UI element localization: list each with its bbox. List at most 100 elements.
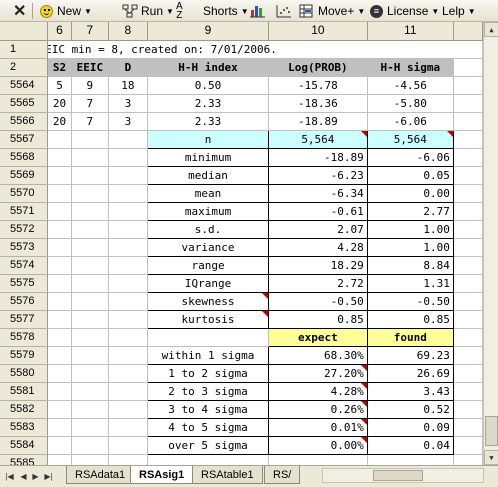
prev-sheet-icon[interactable]: ◀	[18, 469, 29, 483]
cell[interactable]	[453, 382, 483, 401]
sigma-expect[interactable]: 68.30%	[268, 345, 368, 365]
cell[interactable]: 9	[71, 76, 109, 95]
sigma-expect[interactable]: 0.01%	[268, 417, 368, 437]
cell[interactable]	[453, 454, 483, 465]
cell[interactable]	[108, 436, 148, 455]
cell[interactable]: 20	[47, 112, 72, 131]
cell[interactable]	[147, 328, 270, 347]
cell[interactable]	[71, 130, 109, 149]
stat-label[interactable]: kurtosis	[146, 309, 270, 329]
cell[interactable]	[47, 184, 72, 203]
cell[interactable]: 3	[108, 112, 148, 131]
cell[interactable]	[47, 310, 72, 329]
column-header-blank[interactable]	[453, 22, 483, 41]
info-cell[interactable]: EIC min = 8, created on: 7/01/2006.	[47, 40, 483, 59]
stat-value-hh-sigma[interactable]: 0.05	[366, 165, 454, 185]
cell[interactable]	[47, 454, 72, 465]
cell[interactable]	[108, 184, 148, 203]
column-header[interactable]: 6	[47, 22, 72, 41]
cell[interactable]	[453, 256, 483, 275]
cell[interactable]	[47, 292, 72, 311]
cell[interactable]	[71, 184, 109, 203]
new-button[interactable]: New ▼	[40, 2, 92, 20]
cell[interactable]	[71, 220, 109, 239]
row-header[interactable]: 5577	[0, 310, 49, 329]
cell[interactable]	[453, 274, 483, 293]
row-header[interactable]: 5571	[0, 202, 49, 221]
row-header[interactable]: 5570	[0, 184, 49, 203]
stat-value-log-prob[interactable]: 18.29	[268, 255, 368, 275]
row-header[interactable]: 5579	[0, 346, 49, 365]
cell[interactable]	[71, 292, 109, 311]
stat-label[interactable]: variance	[146, 237, 270, 257]
stat-value-log-prob[interactable]: -0.50	[268, 291, 368, 311]
scroll-up-icon[interactable]: ▲	[484, 22, 498, 37]
cell[interactable]	[47, 328, 72, 347]
table-header-cell[interactable]: D	[108, 58, 148, 77]
row-header[interactable]: 5585	[0, 454, 49, 465]
column-header[interactable]: 11	[367, 22, 454, 41]
sheet-tab-rsasig1[interactable]: RSAsig1	[130, 466, 194, 484]
cell[interactable]: 0.50	[147, 76, 270, 95]
stat-value-hh-sigma[interactable]: -0.50	[366, 291, 454, 311]
sigma-expect[interactable]: 0.26%	[268, 399, 368, 419]
cell[interactable]	[453, 292, 483, 311]
cell[interactable]	[71, 166, 109, 185]
cell[interactable]	[108, 364, 148, 383]
horizontal-scroll-thumb[interactable]	[373, 470, 423, 481]
stat-label[interactable]: median	[146, 165, 270, 185]
row-header[interactable]: 5568	[0, 148, 49, 167]
cell[interactable]	[108, 346, 148, 365]
table-header-cell[interactable]: EEIC	[71, 58, 109, 77]
row-header[interactable]: 5583	[0, 418, 49, 437]
sigma-found[interactable]: 0.04	[366, 435, 454, 455]
first-sheet-icon[interactable]: |◀	[4, 469, 15, 483]
row-header[interactable]: 5573	[0, 238, 49, 257]
cell[interactable]	[453, 220, 483, 239]
cell[interactable]	[71, 454, 109, 465]
stat-label[interactable]: mean	[146, 183, 270, 203]
stat-label[interactable]: s.d.	[146, 219, 270, 239]
cell[interactable]	[108, 328, 148, 347]
cell[interactable]	[47, 256, 72, 275]
license-button[interactable]: ≡ License ▼	[370, 2, 439, 20]
table-header-cell[interactable]: S2	[47, 58, 72, 77]
cell[interactable]	[47, 202, 72, 221]
cell[interactable]	[268, 454, 368, 465]
cell[interactable]	[453, 94, 483, 113]
stat-value-hh-sigma[interactable]: 0.85	[366, 309, 454, 329]
row-header[interactable]: 5574	[0, 256, 49, 275]
last-sheet-icon[interactable]: ▶|	[43, 469, 54, 483]
cell[interactable]: -4.56	[367, 76, 454, 95]
stat-value-hh-sigma[interactable]: 1.00	[366, 237, 454, 257]
stat-label[interactable]: n	[146, 129, 270, 149]
stat-value-log-prob[interactable]: -18.89	[268, 147, 368, 167]
stat-value-hh-sigma[interactable]: -6.06	[366, 147, 454, 167]
cell[interactable]	[108, 202, 148, 221]
cell[interactable]	[71, 310, 109, 329]
cell[interactable]	[47, 436, 72, 455]
cell[interactable]	[47, 382, 72, 401]
cell[interactable]	[108, 148, 148, 167]
cell[interactable]	[71, 436, 109, 455]
expect-header[interactable]: expect	[268, 327, 368, 347]
cell[interactable]	[108, 382, 148, 401]
cell[interactable]	[453, 328, 483, 347]
sigma-found[interactable]: 0.52	[366, 399, 454, 419]
cell[interactable]	[71, 364, 109, 383]
cell[interactable]: 7	[71, 112, 109, 131]
cell[interactable]	[71, 400, 109, 419]
cell[interactable]	[108, 274, 148, 293]
sheet-tab-rs[interactable]: RS/	[264, 466, 301, 484]
cell[interactable]	[47, 238, 72, 257]
stat-label[interactable]: range	[146, 255, 270, 275]
cell[interactable]	[453, 112, 483, 131]
sigma-found[interactable]: 3.43	[366, 381, 454, 401]
sheet-tab-rsadata1[interactable]: RSAdata1	[66, 466, 135, 484]
sigma-found[interactable]: 69.23	[366, 345, 454, 365]
vertical-scrollbar[interactable]: ▲ ▼	[483, 22, 498, 465]
cell[interactable]	[71, 256, 109, 275]
cell[interactable]	[453, 310, 483, 329]
cell[interactable]: 2.33	[147, 94, 270, 113]
row-header[interactable]: 5584	[0, 436, 49, 455]
